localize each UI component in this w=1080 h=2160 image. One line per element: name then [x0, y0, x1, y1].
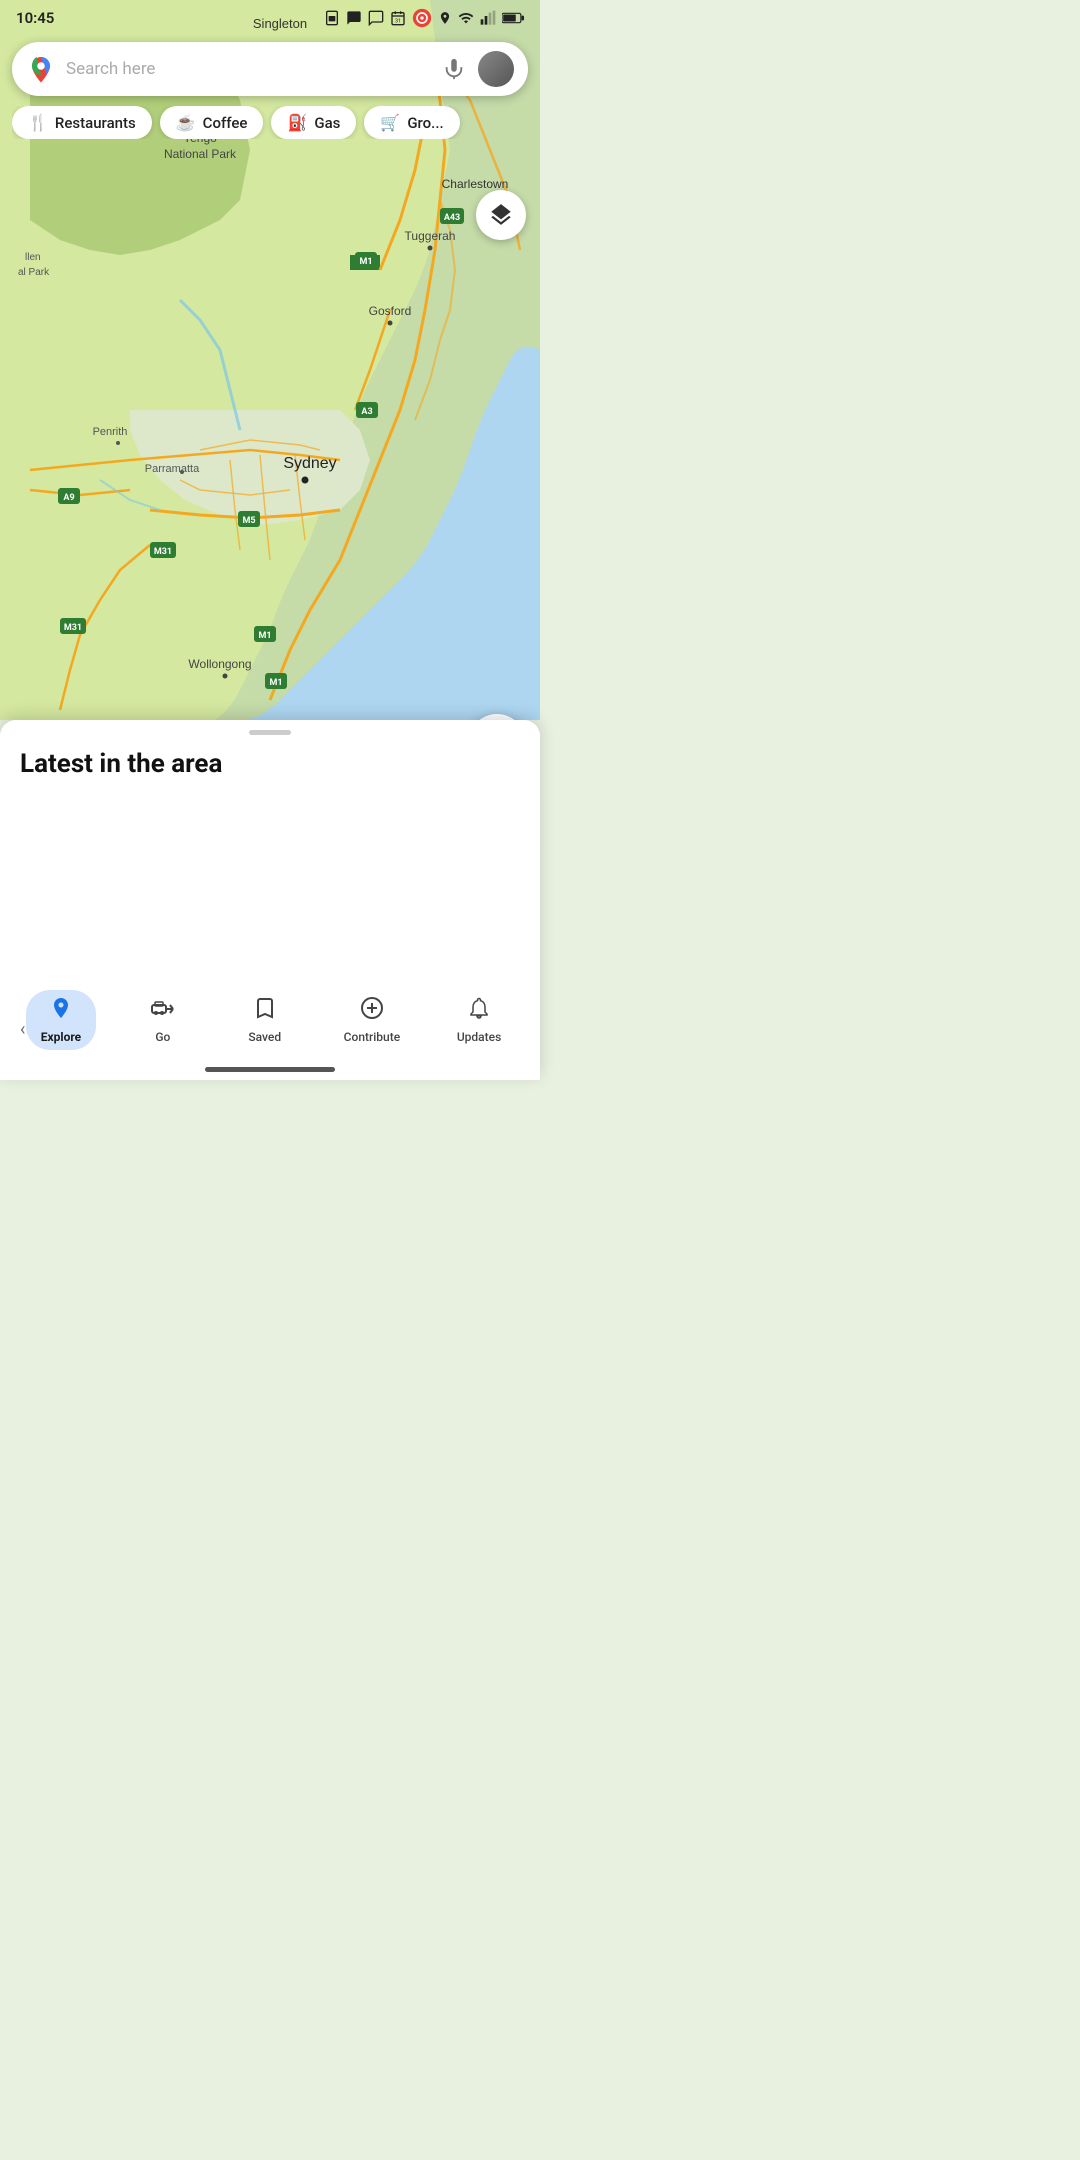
bottom-nav: Explore Go	[0, 990, 540, 1050]
nav-updates-label: Updates	[457, 1030, 501, 1044]
svg-text:Sydney: Sydney	[283, 455, 336, 472]
svg-text:M5: M5	[242, 516, 255, 526]
screenshot-icon	[412, 8, 432, 28]
svg-text:A3: A3	[361, 407, 372, 417]
search-bar-container: Search here	[12, 42, 528, 96]
nav-explore-label: Explore	[41, 1030, 81, 1044]
nav-explore[interactable]: Explore	[26, 990, 96, 1050]
panel-title: Latest in the area	[0, 749, 540, 799]
nav-contribute-label: Contribute	[344, 1030, 400, 1044]
chat-icon	[368, 10, 384, 26]
svg-text:Parramatta: Parramatta	[145, 463, 200, 475]
svg-text:A43: A43	[444, 213, 460, 223]
svg-text:Charlestown: Charlestown	[442, 177, 509, 191]
status-icons: 31	[324, 8, 524, 28]
status-bar: 10:45 31	[0, 0, 540, 36]
restaurants-icon: 🍴	[28, 113, 48, 132]
gas-icon: ⛽	[287, 113, 307, 132]
nav-saved[interactable]: Saved	[230, 990, 300, 1050]
pill-gas-label: Gas	[314, 114, 340, 132]
wifi-icon	[458, 10, 474, 26]
svg-text:31: 31	[395, 19, 401, 25]
signal-icon	[480, 10, 496, 26]
panel-handle[interactable]	[249, 730, 291, 735]
calendar-icon: 31	[390, 10, 406, 26]
nav-go[interactable]: Go	[128, 990, 198, 1050]
svg-text:M31: M31	[154, 547, 172, 557]
message-icon	[346, 10, 362, 26]
saved-icon	[253, 996, 277, 1026]
bottom-panel: Latest in the area Explore	[0, 720, 540, 1080]
category-pills: 🍴 Restaurants ☕ Coffee ⛽ Gas 🛒 Gro...	[12, 106, 540, 139]
pill-restaurants[interactable]: 🍴 Restaurants	[12, 106, 152, 139]
svg-text:al Park: al Park	[18, 267, 50, 278]
coffee-icon: ☕	[176, 113, 196, 132]
maps-logo	[26, 54, 56, 84]
svg-text:llen: llen	[25, 252, 41, 263]
updates-icon	[467, 996, 491, 1026]
svg-text:National Park: National Park	[164, 147, 237, 161]
pill-gas[interactable]: ⛽ Gas	[271, 106, 356, 139]
pill-restaurants-label: Restaurants	[55, 114, 136, 132]
contribute-icon	[360, 996, 384, 1026]
pill-groceries[interactable]: 🛒 Gro...	[364, 106, 459, 139]
nav-saved-label: Saved	[248, 1030, 281, 1044]
map-layer-button[interactable]	[476, 190, 526, 240]
status-time: 10:45	[16, 9, 54, 27]
svg-text:M1: M1	[258, 631, 271, 641]
nav-updates[interactable]: Updates	[444, 990, 514, 1050]
svg-text:A9: A9	[63, 493, 74, 503]
home-indicator	[205, 1067, 335, 1072]
pill-groceries-label: Gro...	[407, 114, 443, 132]
svg-text:M1: M1	[269, 678, 282, 688]
nav-go-label: Go	[155, 1030, 170, 1044]
search-placeholder: Search here	[66, 59, 430, 79]
svg-text:M1: M1	[359, 257, 372, 267]
mic-button[interactable]	[440, 55, 468, 83]
search-bar[interactable]: Search here	[12, 42, 528, 96]
svg-text:Wollongong: Wollongong	[188, 657, 251, 671]
svg-text:Tuggerah: Tuggerah	[405, 229, 456, 243]
pill-coffee-label: Coffee	[203, 114, 248, 132]
svg-text:M31: M31	[64, 623, 82, 633]
go-icon	[151, 996, 175, 1026]
nav-contribute[interactable]: Contribute	[332, 990, 412, 1050]
explore-icon	[49, 996, 73, 1026]
groceries-icon: 🛒	[380, 113, 400, 132]
back-arrow[interactable]: ‹	[20, 1019, 25, 1040]
pill-coffee[interactable]: ☕ Coffee	[160, 106, 264, 139]
sim-icon	[324, 10, 340, 26]
svg-text:Penrith: Penrith	[93, 426, 128, 438]
battery-icon	[502, 11, 524, 25]
user-avatar[interactable]	[478, 51, 514, 87]
svg-text:Gosford: Gosford	[369, 304, 412, 318]
location-icon	[438, 11, 452, 25]
